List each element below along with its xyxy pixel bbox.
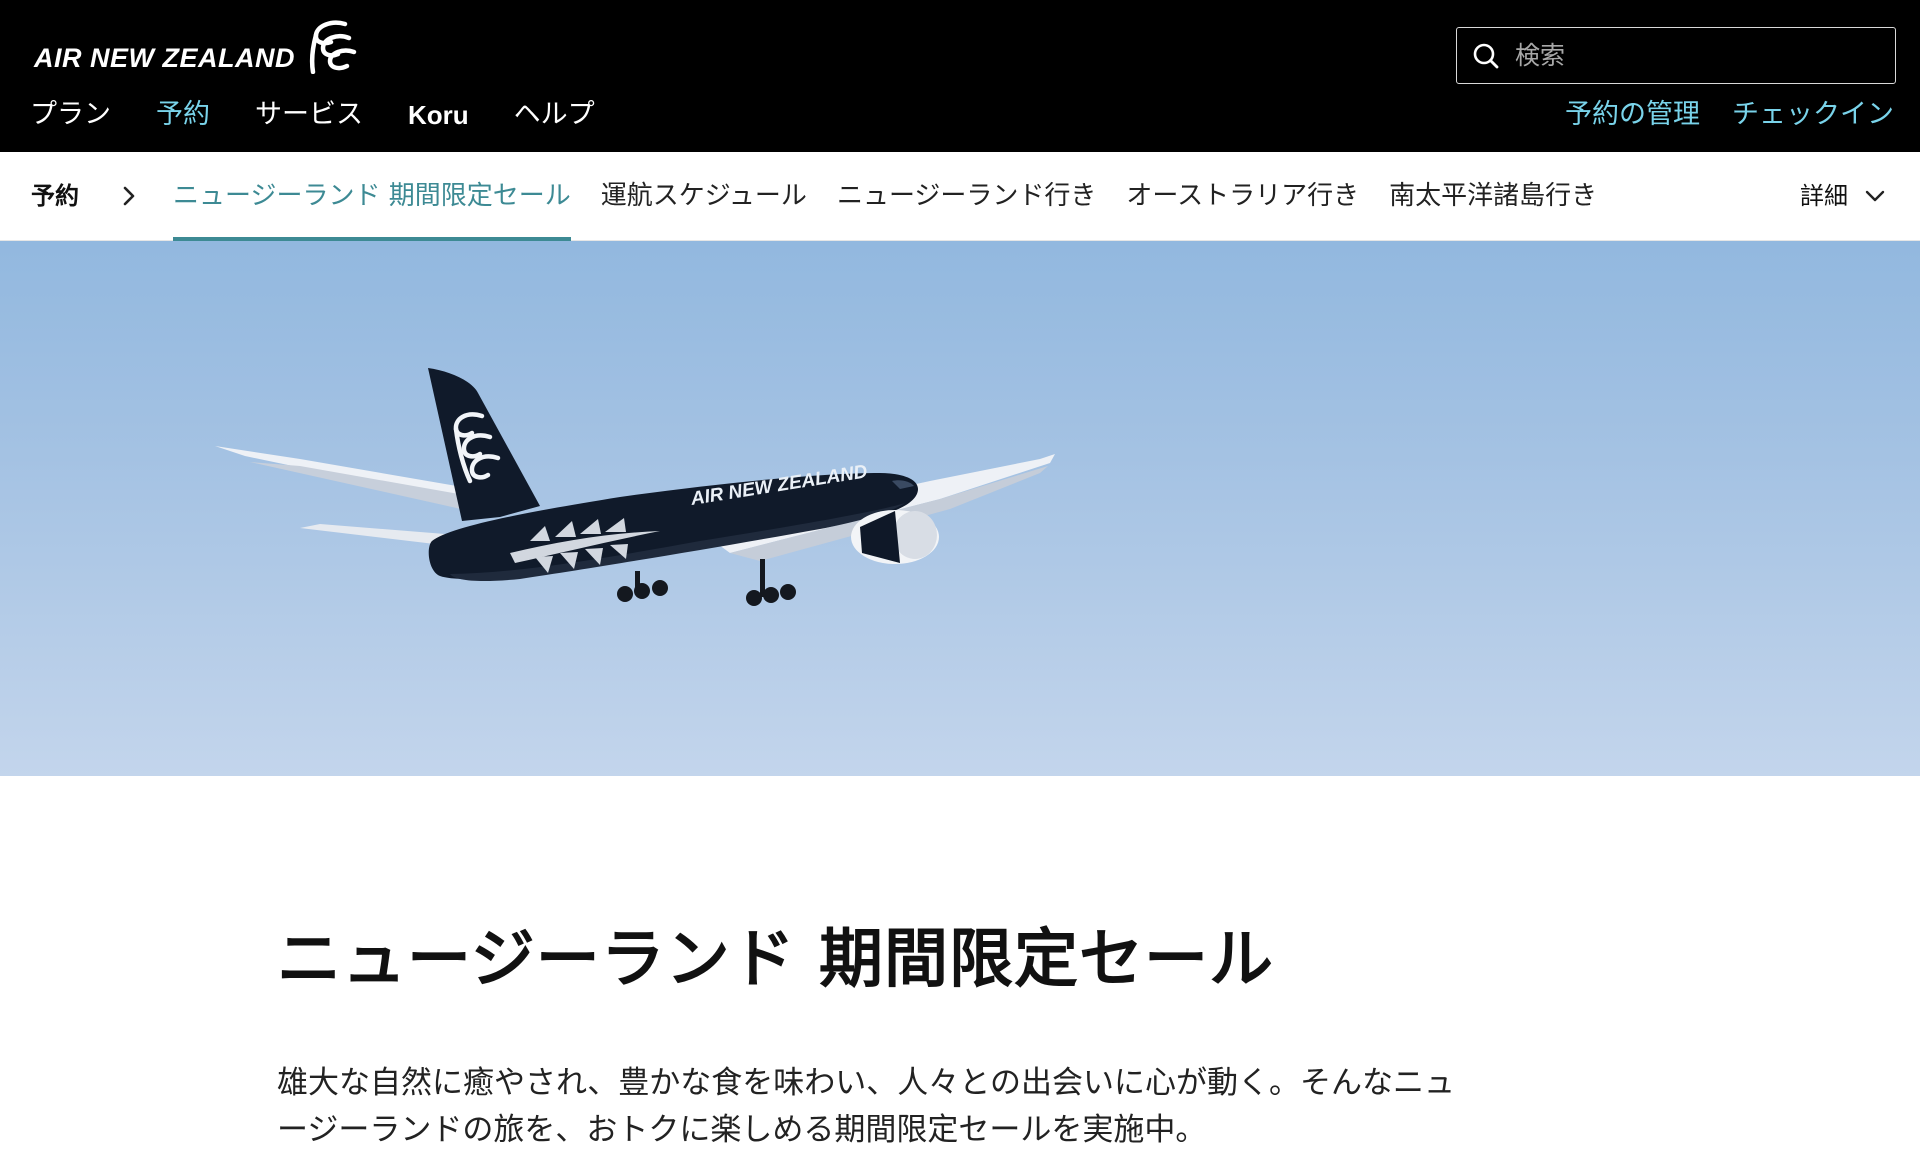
chevron-down-icon <box>1865 190 1885 202</box>
subnav-item-schedule[interactable]: 運航スケジュール <box>601 152 807 241</box>
nav-item-koru[interactable]: Koru <box>408 98 469 132</box>
page-title: ニュージーランド 期間限定セール <box>277 923 1274 997</box>
search-box <box>1456 27 1896 84</box>
intro-paragraph: 雄大な自然に癒やされ、豊かな食を味わい、人々との出会いに心が動く。そんなニュージ… <box>277 1065 1455 1148</box>
subnav-item-to-pacific-islands[interactable]: 南太平洋諸島行き <box>1389 152 1597 241</box>
main-nav: プラン 予約 サービス Koru ヘルプ <box>30 98 595 132</box>
subnav-item-to-nz[interactable]: ニュージーランド行き <box>837 152 1096 241</box>
nav-item-services[interactable]: サービス <box>255 98 363 132</box>
top-header: AIR NEW ZEALAND プラン 予約 サービス Koru ヘルプ 予約の… <box>0 0 1920 152</box>
logo-text: AIR NEW ZEALAND <box>34 43 295 73</box>
section-subnav: 予約 ニュージーランド 期間限定セール 運航スケジュール ニュージーランド行き … <box>0 152 1920 241</box>
main-content: ニュージーランド 期間限定セール 雄大な自然に癒やされ、豊かな食を味わい、人々と… <box>277 920 1477 1154</box>
subnav-more-button[interactable]: 詳細 <box>1800 178 1886 214</box>
koru-logo-icon <box>309 20 357 74</box>
search-icon[interactable] <box>1471 41 1501 71</box>
chevron-right-icon <box>123 186 135 206</box>
check-in-link[interactable]: チェックイン <box>1732 98 1894 132</box>
utility-nav: 予約の管理 チェックイン <box>1565 98 1894 132</box>
manage-booking-link[interactable]: 予約の管理 <box>1565 98 1700 132</box>
subnav-item-nz-sale[interactable]: ニュージーランド 期間限定セール <box>173 152 571 241</box>
airline-logo[interactable]: AIR NEW ZEALAND <box>34 18 359 74</box>
subnav-more-label: 詳細 <box>1800 182 1848 210</box>
subnav-section-title[interactable]: 予約 <box>31 178 79 214</box>
hero-banner: AIR NEW ZEALAND <box>0 241 1920 776</box>
subnav-items: ニュージーランド 期間限定セール 運航スケジュール ニュージーランド行き オース… <box>173 152 1597 241</box>
search-input[interactable] <box>1501 28 1895 83</box>
subnav-item-to-australia[interactable]: オーストラリア行き <box>1126 152 1359 241</box>
nav-item-plan[interactable]: プラン <box>30 98 111 132</box>
nav-item-help[interactable]: ヘルプ <box>514 98 595 132</box>
hero-aircraft-image: AIR NEW ZEALAND <box>215 368 1055 606</box>
nav-item-booking[interactable]: 予約 <box>156 98 210 132</box>
